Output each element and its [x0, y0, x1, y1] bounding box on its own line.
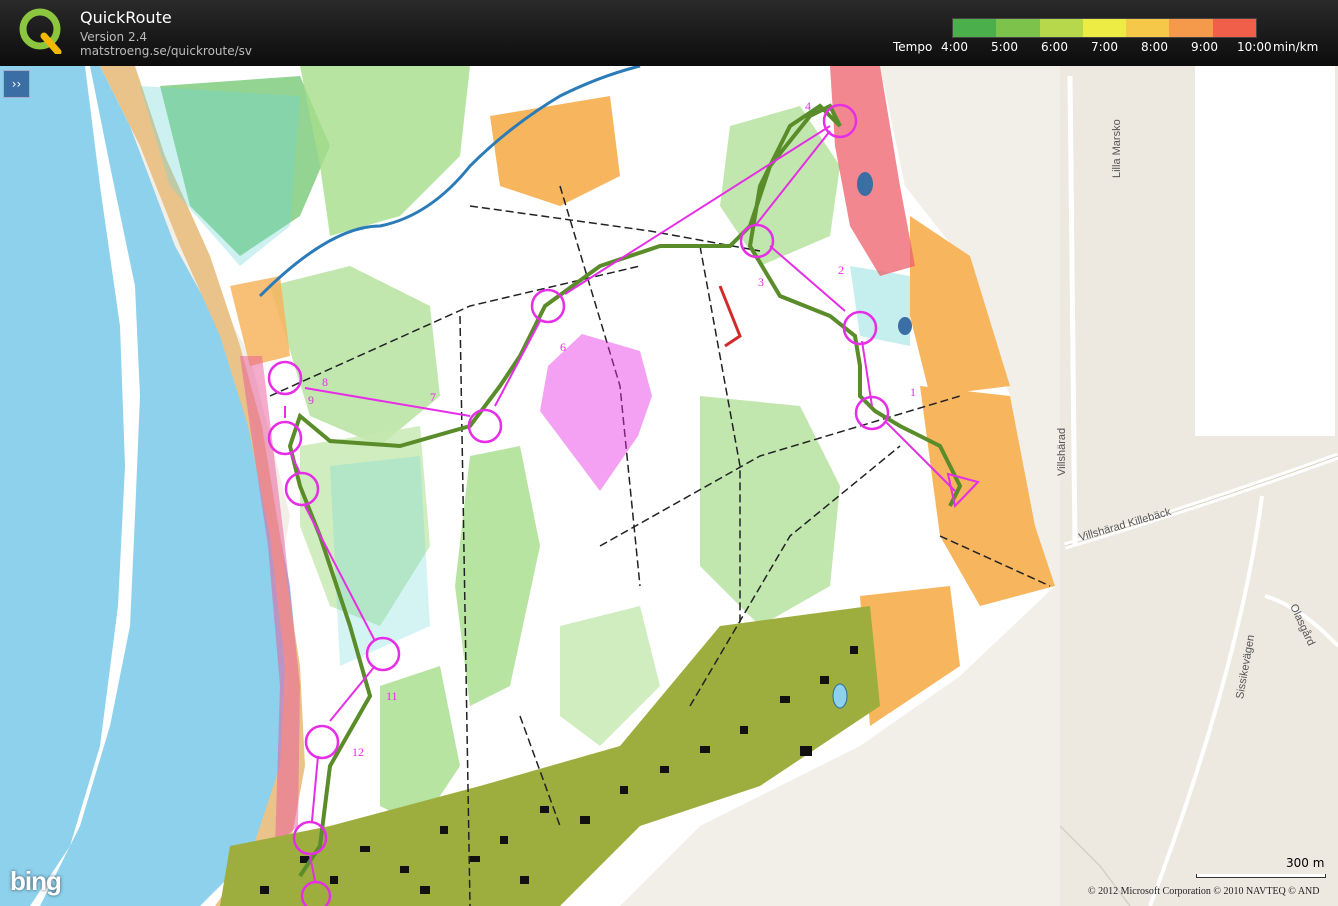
control-number: 4	[805, 99, 811, 113]
legend-tick: 10:00	[1237, 40, 1272, 54]
control-number: 7	[430, 390, 436, 404]
legend-swatch	[1169, 19, 1213, 37]
legend-swatch	[1082, 19, 1127, 37]
legend-tick: 8:00	[1141, 40, 1168, 54]
app-url[interactable]: matstroeng.se/quickroute/sv	[80, 44, 252, 58]
legend-tick: 9:00	[1191, 40, 1218, 54]
app-header: QuickRoute Version 2.4 matstroeng.se/qui…	[0, 0, 1338, 66]
tempo-color-legend	[952, 18, 1257, 38]
legend-unit: min/km	[1273, 40, 1319, 54]
pond	[857, 172, 873, 196]
control-number: 9	[308, 393, 314, 407]
expand-panel-button[interactable]: ››	[3, 70, 30, 98]
legend-swatch	[953, 19, 997, 37]
bing-logo: bing	[10, 866, 62, 896]
control-number: 8	[322, 375, 328, 389]
app-version: Version 2.4	[80, 30, 148, 44]
legend-tick: 6:00	[1041, 40, 1068, 54]
pond	[898, 317, 912, 335]
legend-tick: 4:00	[941, 40, 968, 54]
scale-bar	[1196, 874, 1326, 878]
legend-tick: 5:00	[991, 40, 1018, 54]
pond	[832, 683, 848, 709]
legend-swatch	[1126, 19, 1170, 37]
legend-swatch	[1039, 19, 1083, 37]
control-number: 3	[758, 275, 764, 289]
control-number: 2	[838, 263, 844, 277]
scale-label: 300 m	[1286, 856, 1325, 870]
map-canvas[interactable]: 1 2 3 4 6 7 8 9 11 12 Lilla Marsko Vills…	[0, 66, 1338, 906]
blank-tile	[1195, 66, 1335, 436]
legend-swatch	[1212, 19, 1256, 37]
street-label: Villshärad	[1056, 428, 1068, 476]
legend-tick: 7:00	[1091, 40, 1118, 54]
quickroute-logo-icon	[19, 8, 62, 54]
control-number: 1	[910, 385, 916, 399]
map-viewport[interactable]: 1 2 3 4 6 7 8 9 11 12 Lilla Marsko Vills…	[0, 66, 1338, 906]
map-copyright: © 2012 Microsoft Corporation © 2010 NAVT…	[1088, 886, 1320, 897]
open-land	[910, 216, 1010, 396]
street-label: Lilla Marsko	[1111, 119, 1123, 178]
control-number: 11	[386, 689, 398, 703]
control-number: 12	[352, 745, 364, 759]
tempo-label: Tempo	[893, 40, 933, 54]
legend-swatch	[996, 19, 1040, 37]
app-title: QuickRoute	[80, 8, 172, 27]
